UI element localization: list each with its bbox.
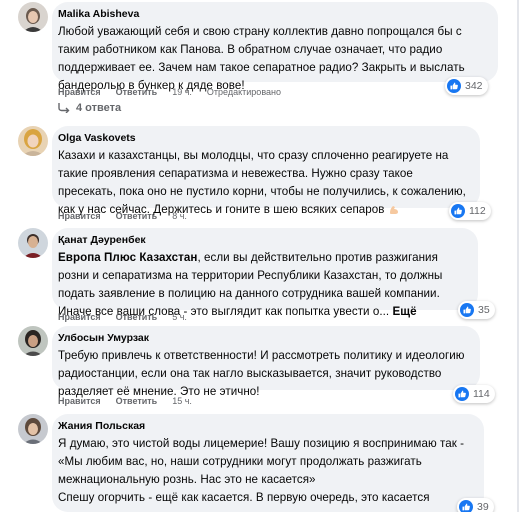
comment-text: Я думаю, это чистой воды лицемерие! Вашу…: [58, 437, 464, 486]
like-icon: [460, 303, 474, 317]
comment-text-body: Казахи и казахстанцы, вы молодцы, что ср…: [58, 149, 466, 216]
reactions-count[interactable]: 114: [453, 385, 495, 403]
avatar[interactable]: [18, 228, 48, 258]
comment-actions: Нравится Ответить 8 ч.: [58, 210, 202, 222]
like-icon: [455, 387, 469, 401]
comment-author[interactable]: Olga Vaskovets: [58, 131, 468, 145]
comment-5: Жания Польская Я думаю, это чистой воды …: [0, 410, 519, 512]
like-button[interactable]: Нравится: [58, 86, 101, 98]
mentioned-page-link[interactable]: Европа Плюс Казахстан: [58, 251, 197, 264]
comment-text: Требую привлечь к ответственности! И рас…: [58, 349, 465, 398]
comment-text: Любой уважающий себя и свою страну колле…: [58, 25, 465, 92]
like-button[interactable]: Нравится: [58, 210, 101, 222]
like-icon: [451, 204, 465, 218]
comment-author[interactable]: Malika Abisheva: [58, 7, 486, 21]
avatar-image: [18, 2, 48, 32]
comment-timestamp[interactable]: 8 ч.: [172, 210, 187, 222]
like-button[interactable]: Нравится: [58, 395, 101, 407]
comment-bubble: Қанат Дәуренбек Европа Плюс Казахстан, е…: [52, 228, 478, 318]
view-replies-link[interactable]: 4 ответа: [58, 102, 121, 114]
comment-bubble: Улбосын Умурзак Требую привлечь к ответс…: [52, 326, 480, 398]
comment-actions: Нравится Ответить 15 ч.: [58, 395, 207, 407]
reactions-number: 35: [478, 304, 490, 316]
reactions-number: 112: [469, 205, 486, 217]
comment-1: Malika Abisheva Любой уважающий себя и с…: [0, 0, 519, 120]
comment-bubble: Olga Vaskovets Казахи и казахстанцы, вы …: [52, 126, 480, 216]
reply-arrow-icon: [58, 103, 70, 113]
comment-timestamp[interactable]: 15 ч.: [172, 395, 192, 407]
avatar-image: [18, 228, 48, 258]
replies-count: 4 ответа: [76, 102, 122, 114]
comment-bubble: Malika Abisheva Любой уважающий себя и с…: [52, 2, 498, 92]
comment-4: Улбосын Умурзак Требую привлечь к ответс…: [0, 322, 519, 410]
like-icon: [459, 500, 473, 512]
avatar-image: [18, 326, 48, 356]
comment-author[interactable]: Жания Польская: [58, 419, 472, 433]
reactions-count[interactable]: 342: [445, 77, 488, 95]
comment-bubble: Жания Польская Я думаю, это чистой воды …: [52, 414, 484, 512]
avatar[interactable]: [18, 414, 48, 444]
comment-timestamp[interactable]: 19 ч.: [172, 86, 192, 98]
comment-text: Казахи и казахстанцы, вы молодцы, что ср…: [58, 147, 468, 219]
avatar[interactable]: [18, 2, 48, 32]
comment-2: Olga Vaskovets Казахи и казахстанцы, вы …: [0, 122, 519, 224]
reactions-number: 39: [477, 501, 489, 512]
reply-button[interactable]: Ответить: [116, 210, 158, 222]
avatar[interactable]: [18, 126, 48, 156]
reactions-number: 342: [465, 80, 483, 92]
reactions-count[interactable]: 35: [458, 301, 495, 319]
reactions-count[interactable]: 112: [449, 202, 491, 220]
reply-button[interactable]: Ответить: [116, 395, 158, 407]
comment-3: Қанат Дәуренбек Европа Плюс Казахстан, е…: [0, 224, 519, 322]
avatar-image: [18, 414, 48, 444]
comment-author[interactable]: Улбосын Умурзак: [58, 331, 468, 345]
avatar[interactable]: [18, 326, 48, 356]
like-icon: [447, 79, 461, 93]
comment-text-continued: Спешу огорчить - ещё как касается. В пер…: [58, 491, 430, 512]
comment-actions: Нравится Ответить 19 ч. Отредактировано: [58, 86, 281, 98]
reactions-number: 114: [473, 388, 490, 400]
edited-label: Отредактировано: [206, 87, 281, 97]
flexed-biceps-emoji: [389, 206, 398, 214]
comment-author[interactable]: Қанат Дәуренбек: [58, 233, 466, 247]
see-more-link[interactable]: Ещё: [392, 305, 416, 318]
avatar-image: [18, 126, 48, 156]
reactions-count[interactable]: 39: [457, 498, 494, 512]
reply-button[interactable]: Ответить: [116, 86, 158, 98]
